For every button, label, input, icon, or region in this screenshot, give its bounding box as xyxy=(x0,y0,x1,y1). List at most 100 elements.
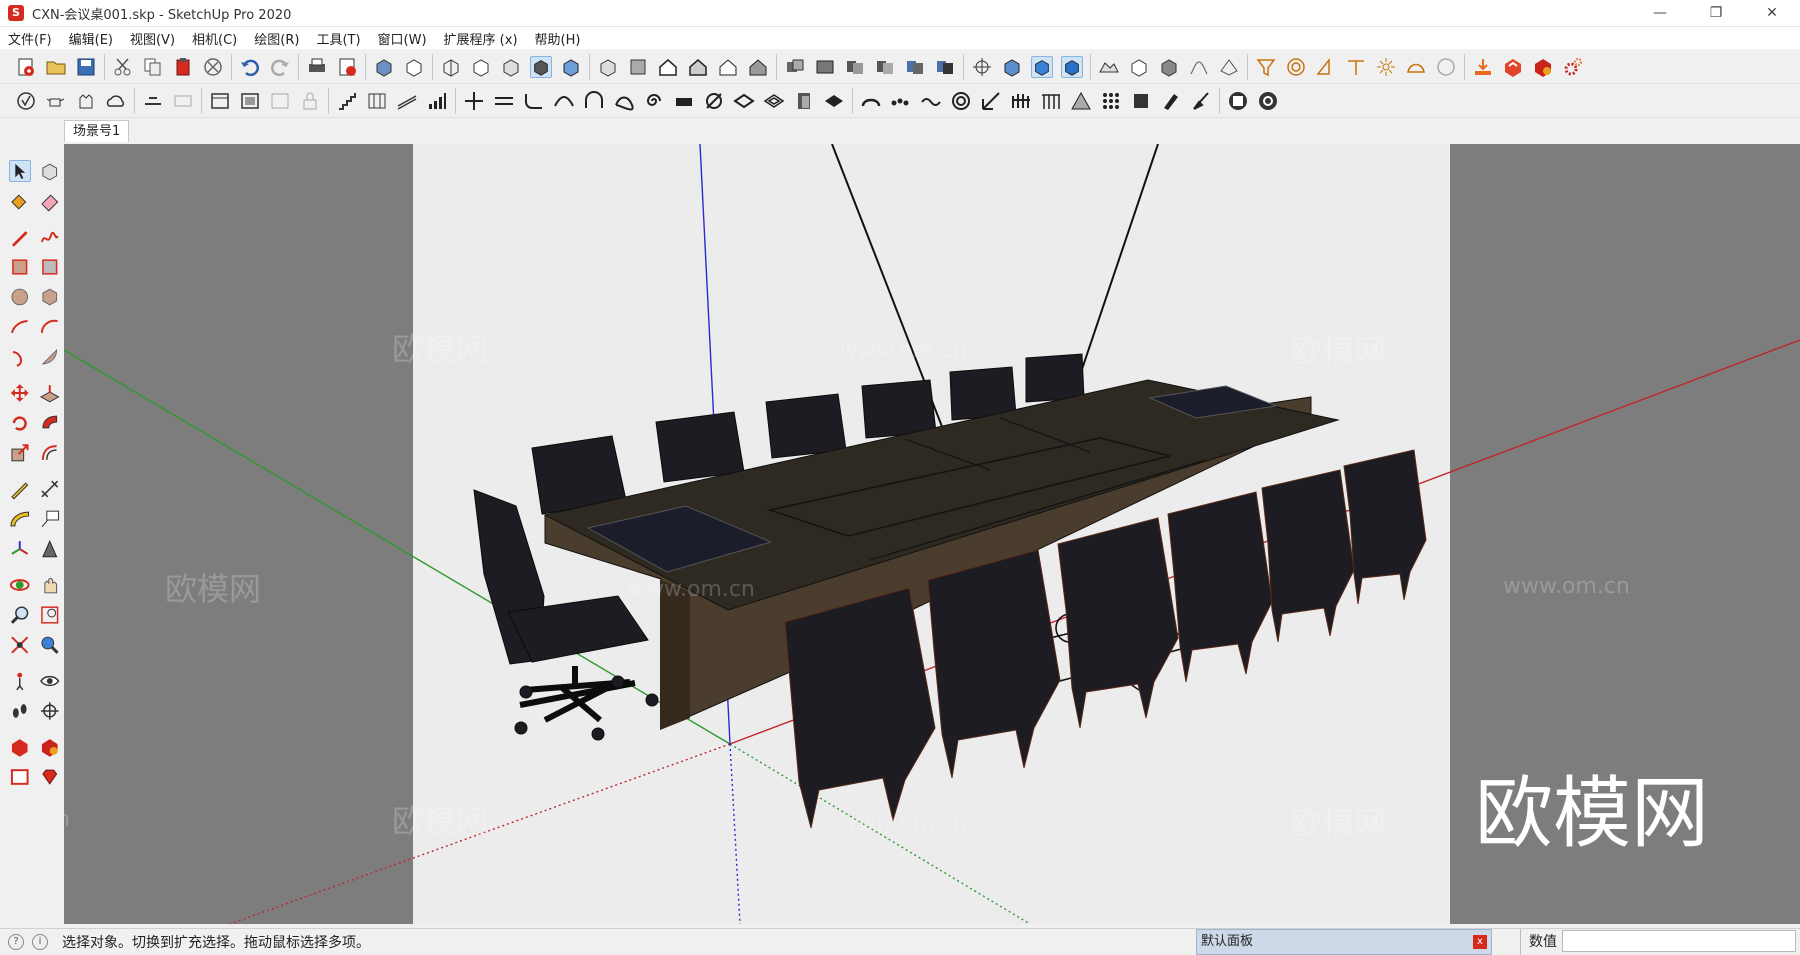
paint-bucket-icon[interactable] xyxy=(9,190,31,212)
reload-plugin-icon[interactable] xyxy=(1257,90,1279,112)
bezier-curve-icon[interactable] xyxy=(860,90,882,112)
scene-tab-1[interactable]: 场景号1 xyxy=(64,120,130,142)
menu-extensions[interactable]: 扩展程序 (x) xyxy=(444,29,518,48)
model-info-icon[interactable] xyxy=(336,56,358,78)
sandbox-drape-icon[interactable] xyxy=(1218,56,1240,78)
sandbox-stamp-icon[interactable] xyxy=(1188,56,1210,78)
three-point-arc-icon[interactable] xyxy=(9,346,31,368)
top-view-icon[interactable] xyxy=(627,56,649,78)
protractor-icon[interactable] xyxy=(1315,56,1337,78)
default-tray-tab[interactable]: 默认面板 x xyxy=(1196,929,1492,955)
tape-tack-icon[interactable] xyxy=(1345,56,1367,78)
minimize-button[interactable]: — xyxy=(1632,0,1688,27)
solid-union-icon[interactable] xyxy=(844,56,866,78)
redo-icon[interactable] xyxy=(269,56,291,78)
push-pull-icon[interactable] xyxy=(39,382,61,404)
tile-floor-icon[interactable] xyxy=(733,90,755,112)
bar-steps-icon[interactable] xyxy=(426,90,448,112)
menu-camera[interactable]: 相机(C) xyxy=(192,29,237,48)
share-model-icon[interactable] xyxy=(9,766,31,788)
orbit-icon[interactable] xyxy=(9,574,31,596)
scene-canvas[interactable]: 欧模网 欧模网 欧模网 欧模网 欧模网 欧模网 www.om.cn www.om… xyxy=(64,144,1800,924)
menu-draw[interactable]: 绘图(R) xyxy=(254,29,299,48)
sun-shadow-icon[interactable] xyxy=(1375,56,1397,78)
position-camera-figure-icon[interactable] xyxy=(9,670,31,692)
arc-icon[interactable] xyxy=(9,316,31,338)
model-viewport[interactable]: 欧模网 欧模网 欧模网 欧模网 欧模网 欧模网 www.om.cn www.om… xyxy=(64,144,1800,924)
text-label-icon[interactable] xyxy=(39,508,61,530)
rectangle-icon[interactable] xyxy=(9,256,31,278)
display-section-planes-icon[interactable] xyxy=(1031,55,1053,78)
teapot-icon[interactable] xyxy=(45,90,67,112)
left-view-house-icon[interactable] xyxy=(747,56,769,78)
warehouse-share-icon[interactable] xyxy=(1502,56,1524,78)
erase-delete-icon[interactable] xyxy=(202,56,224,78)
tray-close-icon[interactable]: x xyxy=(1473,935,1487,949)
sandbox-grid-icon[interactable] xyxy=(1128,56,1150,78)
polygon-icon[interactable] xyxy=(39,286,61,308)
circle-target-icon[interactable] xyxy=(1285,56,1307,78)
menu-window[interactable]: 窗口(W) xyxy=(378,29,427,48)
sandbox-terrain-icon[interactable] xyxy=(1098,56,1120,78)
open-folder-icon[interactable] xyxy=(45,56,67,78)
tape-measure-icon[interactable] xyxy=(9,478,31,500)
dots-line-icon[interactable] xyxy=(890,90,912,112)
back-edges-style-icon[interactable] xyxy=(470,56,492,78)
offset-icon[interactable] xyxy=(39,442,61,464)
front-view-house-icon[interactable] xyxy=(657,56,679,78)
window-panel-icon[interactable] xyxy=(239,90,261,112)
tent-icon[interactable] xyxy=(1070,90,1092,112)
solid-split-icon[interactable] xyxy=(934,56,956,78)
component-icon[interactable] xyxy=(784,56,806,78)
extension-manager-gear-icon[interactable] xyxy=(1562,56,1584,78)
menu-edit[interactable]: 编辑(E) xyxy=(69,29,113,48)
axes-icon[interactable] xyxy=(9,538,31,560)
rotate-icon[interactable] xyxy=(9,412,31,434)
walk-footprints-icon[interactable] xyxy=(9,700,31,722)
wave-line-icon[interactable] xyxy=(920,90,942,112)
skew-line-icon[interactable] xyxy=(703,90,725,112)
align-icon[interactable] xyxy=(493,90,515,112)
group-icon[interactable] xyxy=(814,56,836,78)
freehand-icon[interactable] xyxy=(39,226,61,248)
window-frame-icon[interactable] xyxy=(209,90,231,112)
stairs-icon[interactable] xyxy=(336,90,358,112)
hand-sculpt-icon[interactable] xyxy=(75,90,97,112)
warehouse-get-models-icon[interactable] xyxy=(9,736,31,758)
section-plane-tool-icon[interactable] xyxy=(39,700,61,722)
make-component-icon[interactable] xyxy=(39,160,60,182)
sandbox-smoove-icon[interactable] xyxy=(1158,56,1180,78)
window-disabled-icon[interactable] xyxy=(269,90,291,112)
move-icon[interactable] xyxy=(9,382,31,404)
circle-icon[interactable] xyxy=(9,286,31,308)
select-arrow-icon[interactable] xyxy=(9,160,31,182)
door-icon[interactable] xyxy=(793,90,815,112)
wireframe-box-icon[interactable] xyxy=(403,56,425,78)
lock-disabled-icon[interactable] xyxy=(299,90,321,112)
line-pencil-icon[interactable] xyxy=(9,226,31,248)
restore-button[interactable]: ❐ xyxy=(1688,0,1744,27)
display-section-cuts-icon[interactable] xyxy=(1061,55,1083,78)
position-camera-icon[interactable] xyxy=(1255,56,1277,78)
protractor-tool-icon[interactable] xyxy=(9,508,31,530)
close-button[interactable]: ✕ xyxy=(1744,0,1800,27)
warehouse-download-icon[interactable] xyxy=(1472,56,1494,78)
cloud-icon[interactable] xyxy=(105,90,127,112)
flatten-icon[interactable] xyxy=(142,90,164,112)
match-photo-icon[interactable] xyxy=(1435,56,1457,78)
print-icon[interactable] xyxy=(306,56,328,78)
scale-icon[interactable] xyxy=(9,442,31,464)
copy-icon[interactable] xyxy=(142,56,164,78)
dark-panel-icon[interactable] xyxy=(1130,90,1152,112)
check-circle-icon[interactable] xyxy=(15,90,37,112)
zoom-window-icon[interactable] xyxy=(39,604,61,626)
hidden-line-style-icon[interactable] xyxy=(500,56,522,78)
paste-icon[interactable] xyxy=(172,56,194,78)
geo-location-icon[interactable]: ? xyxy=(8,934,24,950)
fillet-icon[interactable] xyxy=(523,90,545,112)
textured-style-icon[interactable] xyxy=(560,56,582,78)
eraser-icon[interactable] xyxy=(39,190,61,212)
zoom-extents-icon[interactable] xyxy=(9,634,31,656)
new-file-icon[interactable] xyxy=(15,56,37,78)
columns-icon[interactable] xyxy=(366,90,388,112)
